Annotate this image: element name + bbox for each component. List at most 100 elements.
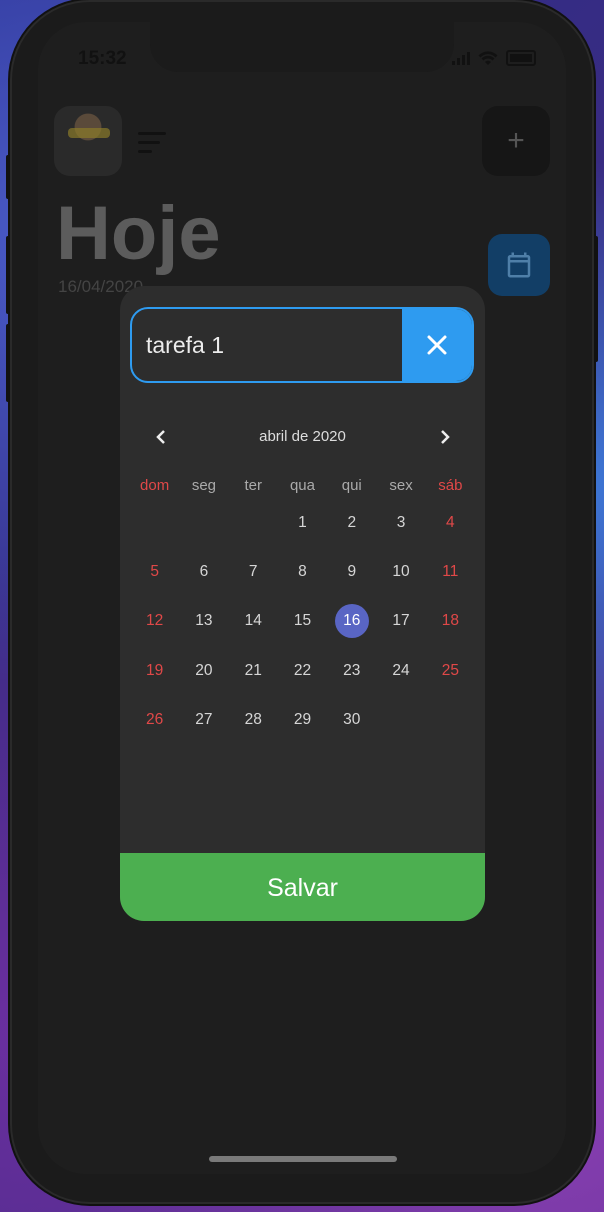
calendar-day-label: 18 <box>441 612 459 630</box>
clear-button[interactable] <box>402 309 472 381</box>
calendar-day-label: 30 <box>343 710 361 728</box>
calendar-week-row: 5 6 7 8 9 10 11 <box>130 547 475 596</box>
calendar-day[interactable]: 27 <box>179 703 228 737</box>
calendar-day-label: 12 <box>146 612 164 630</box>
calendar-grid: 1 2 3 4 5 6 7 8 9 10 11 12 13 14 15 16 17 18 19 20 21 22 23 24 2… <box>130 498 475 744</box>
calendar-day-label: 17 <box>392 612 410 630</box>
notch <box>150 22 454 72</box>
weekday-label: sáb <box>438 477 463 494</box>
calendar-day-label: 1 <box>298 513 307 531</box>
calendar-day[interactable]: 15 <box>278 604 327 638</box>
add-task-button[interactable]: + <box>482 106 550 176</box>
calendar-day-label: 8 <box>298 562 307 580</box>
calendar-day[interactable]: 26 <box>130 703 179 737</box>
calendar-day[interactable]: 22 <box>278 654 327 688</box>
calendar-day-label: 19 <box>146 661 164 679</box>
calendar-day[interactable]: 7 <box>229 555 278 589</box>
signal-icon <box>452 51 470 65</box>
calendar-day-label: 5 <box>150 562 159 580</box>
calendar-day[interactable]: 8 <box>278 555 327 589</box>
calendar-day[interactable]: 2 <box>327 506 376 540</box>
calendar-day[interactable]: 9 <box>327 555 376 589</box>
calendar-week-row: 26 27 28 29 30 <box>130 695 475 744</box>
calendar-day-label: 21 <box>244 661 262 679</box>
calendar-day[interactable]: 6 <box>179 555 228 589</box>
calendar-day-label: 16 <box>334 604 369 639</box>
new-task-modal: abril de 2020 dom seg ter qua qui sex sá… <box>120 286 485 921</box>
weekday-label: qui <box>341 477 362 494</box>
page-title: Hoje <box>56 191 221 276</box>
calendar-day-label: 28 <box>244 710 262 728</box>
calendar-day-label: 14 <box>244 612 262 630</box>
calendar-day-label: 4 <box>446 513 455 531</box>
calendar-empty-cell <box>426 703 475 737</box>
calendar-day-label: 6 <box>199 562 209 580</box>
calendar-day-label: 7 <box>248 562 258 580</box>
calendar-day[interactable]: 18 <box>426 604 475 638</box>
calendar-day-label: 9 <box>347 562 357 580</box>
calendar-day-label: 22 <box>293 661 312 679</box>
calendar-day[interactable]: 20 <box>179 654 228 688</box>
battery-icon <box>506 50 536 66</box>
calendar-day[interactable]: 23 <box>327 654 376 688</box>
weekday-label: qua <box>289 477 315 494</box>
weekday-label: seg <box>191 477 217 494</box>
weekday-label: sex <box>389 477 413 494</box>
wifi-icon <box>478 50 498 65</box>
calendar-day[interactable]: 4 <box>426 506 475 540</box>
calendar-day[interactable]: 25 <box>426 654 475 688</box>
save-button[interactable]: Salvar <box>120 853 485 921</box>
calendar-day[interactable]: 12 <box>130 604 179 638</box>
calendar-day[interactable]: 1 <box>278 506 327 540</box>
calendar-day[interactable]: 30 <box>327 703 376 737</box>
calendar-day-label: 3 <box>396 513 406 531</box>
calendar-empty-cell <box>179 506 228 540</box>
status-time: 15:32 <box>78 48 127 69</box>
weekday-label: ter <box>244 477 262 494</box>
calendar-day-label: 29 <box>293 710 312 728</box>
calendar-day-selected[interactable]: 16 <box>327 604 376 639</box>
calendar-day-label: 10 <box>392 562 410 580</box>
calendar-day-label: 26 <box>146 710 164 728</box>
calendar-day-label: 25 <box>441 661 459 679</box>
status-icons <box>452 50 536 66</box>
calendar-day[interactable]: 11 <box>426 555 475 589</box>
calendar-button[interactable] <box>488 234 550 296</box>
weekday-label: dom <box>140 477 170 494</box>
task-input-container <box>130 307 474 383</box>
calendar-day[interactable]: 3 <box>376 506 425 540</box>
calendar-day-label: 11 <box>442 562 459 580</box>
avatar[interactable] <box>54 106 122 176</box>
calendar-day[interactable]: 19 <box>130 654 179 688</box>
calendar-day-label: 23 <box>343 661 361 679</box>
calendar-day[interactable]: 21 <box>229 654 278 688</box>
calendar-day-label: 15 <box>293 612 312 630</box>
calendar-day[interactable]: 14 <box>229 604 278 638</box>
calendar-week-row: 12 13 14 15 16 17 18 <box>130 597 475 646</box>
calendar-day-label: 24 <box>392 661 410 679</box>
calendar-day[interactable]: 13 <box>179 604 228 638</box>
close-icon <box>427 335 447 355</box>
menu-icon[interactable] <box>138 132 166 159</box>
calendar-empty-cell <box>376 703 425 737</box>
calendar-day-label: 2 <box>347 513 357 531</box>
calendar-day-label: 20 <box>195 661 213 679</box>
calendar-day[interactable]: 28 <box>229 703 278 737</box>
calendar-empty-cell <box>130 506 179 540</box>
calendar-icon <box>507 252 531 278</box>
calendar-week-row: 19 20 21 22 23 24 25 <box>130 646 475 695</box>
chevron-right-icon <box>441 430 450 444</box>
next-month-button[interactable] <box>430 422 460 452</box>
calendar-day[interactable]: 10 <box>376 555 425 589</box>
calendar-day-label: 13 <box>195 612 213 630</box>
calendar-day[interactable]: 29 <box>278 703 327 737</box>
power-button <box>592 236 598 362</box>
calendar-day[interactable]: 5 <box>130 555 179 589</box>
weekday-header: dom seg ter qua qui sex sáb <box>130 477 475 494</box>
calendar-day-label: 27 <box>195 710 213 728</box>
calendar-day[interactable]: 17 <box>376 604 425 638</box>
calendar-day[interactable]: 24 <box>376 654 425 688</box>
calendar-week-row: 1 2 3 4 <box>130 498 475 547</box>
home-indicator[interactable] <box>209 1156 397 1162</box>
task-name-input[interactable] <box>132 309 404 381</box>
